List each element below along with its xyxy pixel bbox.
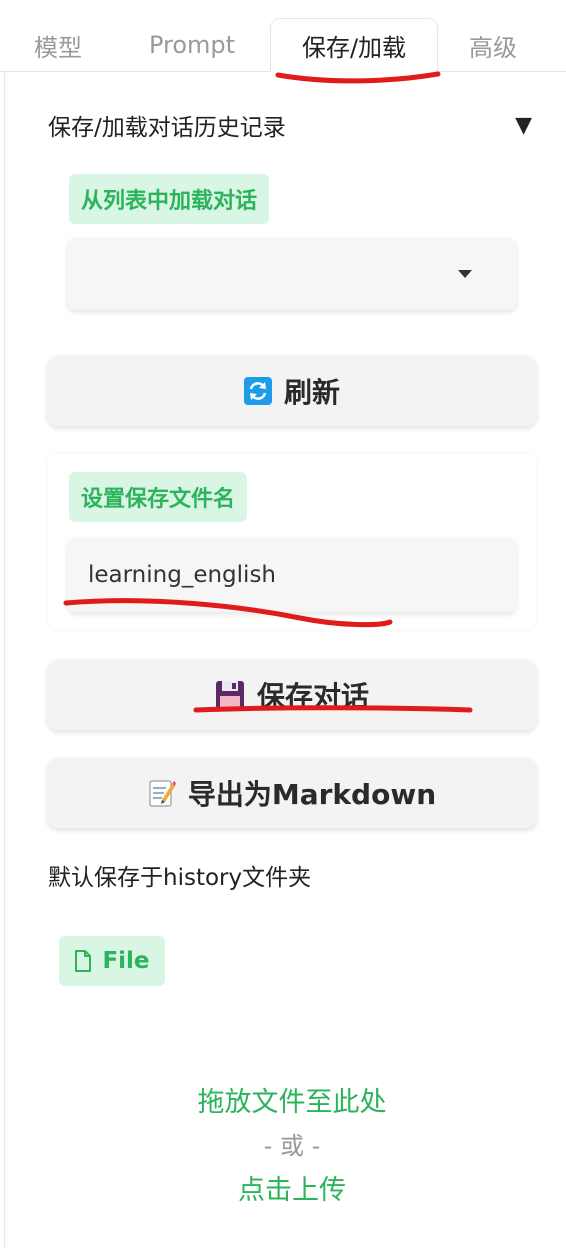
export-markdown-button[interactable]: 导出为Markdown bbox=[48, 758, 536, 828]
history-dropdown[interactable] bbox=[68, 238, 516, 310]
filename-input[interactable] bbox=[68, 538, 516, 612]
panel-border bbox=[4, 72, 5, 1248]
tab-prompt[interactable]: Prompt bbox=[132, 18, 252, 72]
tab-save-load[interactable]: 保存/加载 bbox=[270, 18, 438, 73]
file-label-text: File bbox=[102, 948, 150, 974]
accordion-title: 保存/加载对话历史记录 bbox=[48, 115, 286, 141]
export-markdown-label: 导出为Markdown bbox=[187, 778, 437, 811]
drop-files-text: 拖放文件至此处 bbox=[197, 1087, 387, 1118]
accordion-header[interactable]: 保存/加载对话历史记录 ▼ bbox=[48, 106, 538, 144]
load-list-label: 从列表中加载对话 bbox=[69, 174, 270, 224]
filename-label: 设置保存文件名 bbox=[69, 472, 248, 522]
tab-bar: 模型 Prompt 保存/加载 高级 bbox=[0, 0, 566, 73]
refresh-button[interactable]: 刷新 bbox=[48, 356, 536, 426]
save-conversation-label: 保存对话 bbox=[256, 680, 369, 713]
or-separator: - 或 - bbox=[263, 1132, 321, 1160]
accordion-toggle-icon[interactable]: ▼ bbox=[515, 113, 538, 138]
file-label-chip: File bbox=[59, 936, 165, 986]
save-conversation-button[interactable]: 保存对话 bbox=[48, 660, 536, 730]
save-load-panel: 模型 Prompt 保存/加载 高级 保存/加载对话历史记录 ▼ 从列表中加载对… bbox=[0, 0, 566, 1248]
floppy-disk-icon bbox=[215, 680, 245, 710]
tab-advanced[interactable]: 高级 bbox=[456, 18, 530, 72]
click-upload-link[interactable]: 点击上传 bbox=[48, 1168, 536, 1207]
save-location-note: 默认保存于history文件夹 bbox=[48, 865, 312, 891]
refresh-button-label: 刷新 bbox=[283, 376, 340, 409]
caret-down-icon bbox=[458, 270, 472, 278]
file-icon bbox=[74, 950, 92, 972]
memo-icon bbox=[148, 778, 176, 808]
refresh-icon bbox=[243, 377, 272, 405]
tab-model[interactable]: 模型 bbox=[22, 18, 94, 72]
file-drop-zone[interactable]: 拖放文件至此处 - 或 - 点击上传 bbox=[48, 1000, 536, 1248]
